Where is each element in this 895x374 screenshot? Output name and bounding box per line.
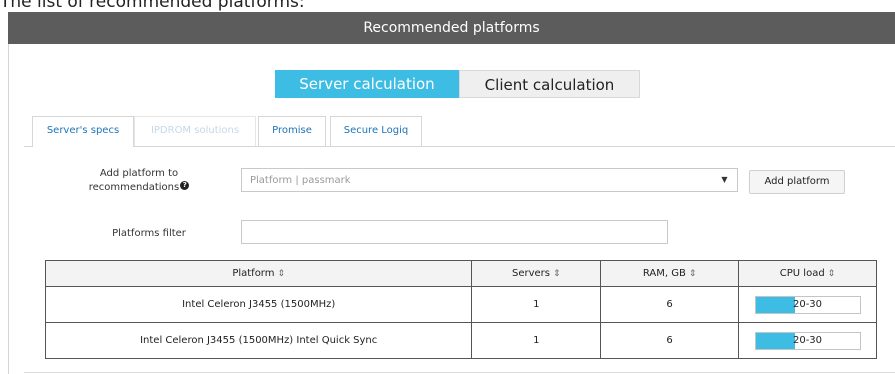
tabs-divider — [24, 146, 895, 147]
add-platform-button[interactable]: Add platform — [749, 170, 845, 194]
platforms-table: Platform ⇕ Servers ⇕ RAM, GB ⇕ CPU load ⇕ In… — [44, 260, 877, 359]
platform-cell: Intel Celeron J3455 (1500MHz) Intel Quic… — [44, 322, 473, 359]
platforms-filter-label: Platforms filter — [112, 228, 186, 239]
page-caption: The list of recommended platforms: — [0, 0, 305, 12]
cpu-load-cell: 20-30 — [738, 322, 877, 359]
panel-header: Recommended platforms — [8, 12, 895, 44]
tab-promise[interactable]: Promise — [258, 116, 326, 146]
cpu-load-cell: 20-30 — [738, 286, 877, 323]
column-header-ram[interactable]: RAM, GB ⇕ — [600, 260, 740, 287]
panel-bottom-divider — [24, 372, 895, 373]
add-platform-label-text: Add platform to recommendations — [88, 168, 180, 193]
sort-icon: ⇕ — [553, 269, 561, 279]
platform-cell: Intel Celeron J3455 (1500MHz) — [44, 286, 473, 323]
add-platform-input[interactable] — [241, 168, 738, 192]
cpu-load-bar: 20-30 — [754, 331, 861, 350]
server-calculation-button[interactable]: Server calculation — [275, 70, 459, 98]
sort-icon: ⇕ — [827, 269, 836, 279]
sort-icon: ⇕ — [688, 269, 697, 279]
client-calculation-button[interactable]: Client calculation — [459, 70, 640, 98]
ram-cell: 6 — [600, 322, 740, 359]
servers-cell: 1 — [471, 322, 602, 359]
tab-ipdrom-solutions[interactable]: IPDROM solutions — [134, 116, 256, 146]
sort-icon: ⇕ — [277, 269, 286, 279]
servers-cell: 1 — [471, 286, 602, 323]
cpu-load-value: 20-30 — [792, 298, 823, 310]
cpu-load-bar: 20-30 — [754, 295, 861, 314]
ram-cell: 6 — [600, 286, 740, 323]
table-header-row: Platform ⇕ Servers ⇕ RAM, GB ⇕ CPU load ⇕ — [44, 260, 877, 287]
platforms-filter-input[interactable] — [241, 220, 668, 244]
tab-servers-specs[interactable]: Server's specs — [32, 116, 134, 147]
column-header-cpu-load[interactable]: CPU load ⇕ — [738, 260, 877, 287]
column-header-platform[interactable]: Platform ⇕ — [44, 260, 473, 287]
tab-secure-logiq[interactable]: Secure Logiq — [330, 116, 422, 146]
table-row[interactable]: Intel Celeron J3455 (1500MHz) Intel Quic… — [44, 322, 877, 359]
table-row[interactable]: Intel Celeron J3455 (1500MHz) 1 6 20-30 — [44, 286, 877, 323]
question-circle-icon[interactable]: ? — [180, 181, 190, 190]
cpu-load-value: 20-30 — [792, 334, 823, 346]
caret-down-icon[interactable]: ▼ — [711, 168, 738, 192]
panel-title: Recommended platforms — [363, 20, 540, 36]
column-header-servers[interactable]: Servers ⇕ — [471, 260, 602, 287]
add-platform-label: Add platform to recommendations? — [62, 167, 216, 195]
